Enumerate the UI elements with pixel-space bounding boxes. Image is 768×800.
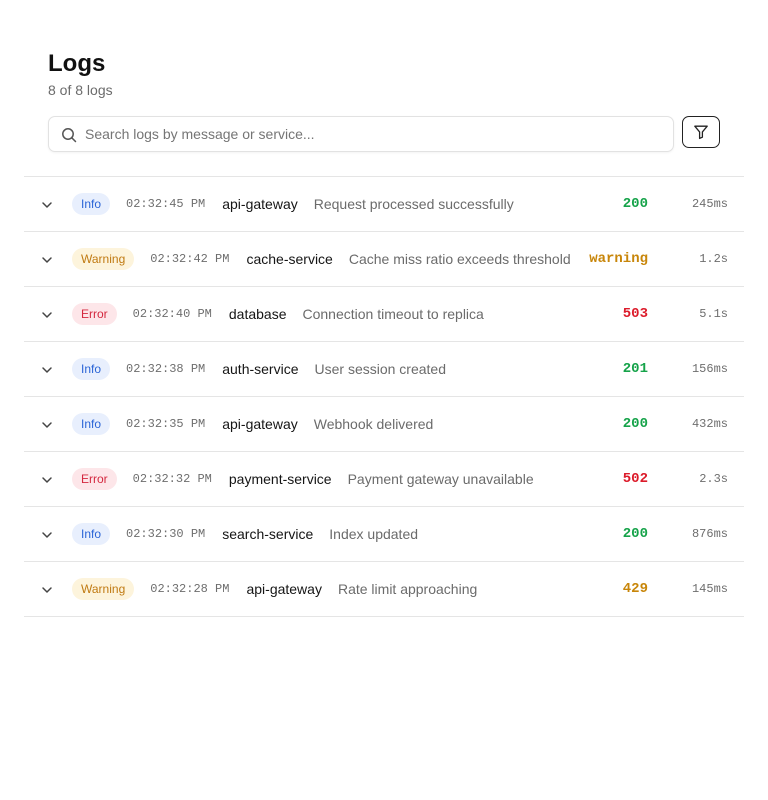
log-timestamp: 02:32:35 PM	[126, 417, 206, 431]
chevron-down-icon[interactable]	[40, 198, 54, 212]
log-service: auth-service	[222, 361, 299, 377]
level-badge: Info	[72, 413, 111, 435]
filter-icon	[694, 125, 708, 140]
log-status: 200	[622, 196, 648, 212]
log-cells: Info 02:32:35 PM api-gateway Webhook delive…	[72, 397, 433, 451]
log-message: User session created	[314, 361, 447, 377]
log-status: 429	[622, 581, 648, 597]
log-duration: 145ms	[691, 582, 728, 596]
search-icon	[62, 128, 77, 143]
log-timestamp: 02:32:32 PM	[132, 472, 212, 486]
log-message: Payment gateway unavailable	[347, 471, 534, 487]
chevron-down-icon[interactable]	[40, 528, 54, 542]
log-count: 8 of 8 logs	[48, 82, 113, 98]
log-duration: 2.3s	[699, 472, 728, 486]
search-input[interactable]	[85, 117, 665, 151]
log-cells: Info 02:32:30 PM search-service Index updat…	[72, 507, 418, 561]
chevron-down-icon[interactable]	[40, 418, 54, 432]
logs-page: Logs 8 of 8 logs Info 02:32:45 PM api-gate…	[0, 0, 768, 800]
level-badge: Error	[72, 468, 117, 490]
log-row[interactable]: Warning 02:32:42 PM cache-service Cache mis…	[24, 232, 744, 287]
search-box[interactable]	[48, 116, 674, 152]
log-timestamp: 02:32:30 PM	[126, 527, 206, 541]
log-message: Request processed successfully	[313, 196, 514, 212]
log-duration: 1.2s	[699, 252, 728, 266]
level-badge: Info	[72, 523, 111, 545]
log-timestamp: 02:32:40 PM	[132, 307, 212, 321]
log-message: Cache miss ratio exceeds threshold	[348, 251, 571, 267]
log-row[interactable]: Info 02:32:30 PM search-service Index updat…	[24, 507, 744, 562]
level-badge: Info	[72, 358, 111, 380]
filter-button[interactable]	[682, 116, 720, 148]
log-list: Info 02:32:45 PM api-gateway Request proces…	[24, 176, 744, 617]
log-row[interactable]: Info 02:32:38 PM auth-service User session …	[24, 342, 744, 397]
log-status: 201	[622, 361, 648, 377]
log-service: api-gateway	[222, 416, 298, 432]
page-header: Logs 8 of 8 logs	[48, 50, 113, 99]
log-cells: Error 02:32:32 PM payment-service Payment g…	[72, 452, 534, 506]
log-duration: 432ms	[691, 417, 728, 431]
log-service: cache-service	[246, 251, 333, 267]
log-status: warning	[589, 251, 648, 267]
log-status: 503	[622, 306, 648, 322]
log-service: payment-service	[228, 471, 332, 487]
level-badge: Warning	[72, 248, 135, 270]
log-row[interactable]: Error 02:32:40 PM database Connection timeo…	[24, 287, 744, 342]
log-cells: Info 02:32:45 PM api-gateway Request proces…	[72, 177, 514, 231]
chevron-down-icon[interactable]	[40, 363, 54, 377]
chevron-down-icon[interactable]	[40, 308, 54, 322]
log-cells: Warning 02:32:28 PM api-gateway Rate limit …	[72, 562, 477, 616]
log-timestamp: 02:32:28 PM	[150, 582, 230, 596]
page-title: Logs	[48, 50, 106, 77]
log-service: api-gateway	[246, 581, 322, 597]
log-row[interactable]: Info 02:32:45 PM api-gateway Request proces…	[24, 177, 744, 232]
log-duration: 5.1s	[699, 307, 728, 321]
level-badge: Warning	[72, 578, 135, 600]
log-status: 502	[622, 471, 648, 487]
log-duration: 876ms	[691, 527, 728, 541]
log-duration: 245ms	[691, 197, 728, 211]
chevron-down-icon[interactable]	[40, 473, 54, 487]
log-service: database	[228, 306, 287, 322]
log-message: Connection timeout to replica	[302, 306, 484, 322]
log-service: search-service	[222, 526, 314, 542]
log-row[interactable]: Error 02:32:32 PM payment-service Payment g…	[24, 452, 744, 507]
log-duration: 156ms	[691, 362, 728, 376]
log-service: api-gateway	[222, 196, 298, 212]
log-cells: Info 02:32:38 PM auth-service User session …	[72, 342, 446, 396]
log-status: 200	[622, 416, 648, 432]
log-timestamp: 02:32:38 PM	[126, 362, 206, 376]
log-timestamp: 02:32:45 PM	[126, 197, 206, 211]
level-badge: Info	[72, 193, 111, 215]
log-status: 200	[622, 526, 648, 542]
chevron-down-icon[interactable]	[40, 253, 54, 267]
log-timestamp: 02:32:42 PM	[150, 252, 230, 266]
log-cells: Warning 02:32:42 PM cache-service Cache mis…	[72, 232, 571, 286]
log-message: Index updated	[329, 526, 419, 542]
log-message: Webhook delivered	[313, 416, 434, 432]
log-cells: Error 02:32:40 PM database Connection timeo…	[72, 287, 484, 341]
log-row[interactable]: Warning 02:32:28 PM api-gateway Rate limit …	[24, 562, 744, 617]
level-badge: Error	[72, 303, 117, 325]
log-message: Rate limit approaching	[337, 581, 478, 597]
log-row[interactable]: Info 02:32:35 PM api-gateway Webhook delive…	[24, 397, 744, 452]
chevron-down-icon[interactable]	[40, 583, 54, 597]
